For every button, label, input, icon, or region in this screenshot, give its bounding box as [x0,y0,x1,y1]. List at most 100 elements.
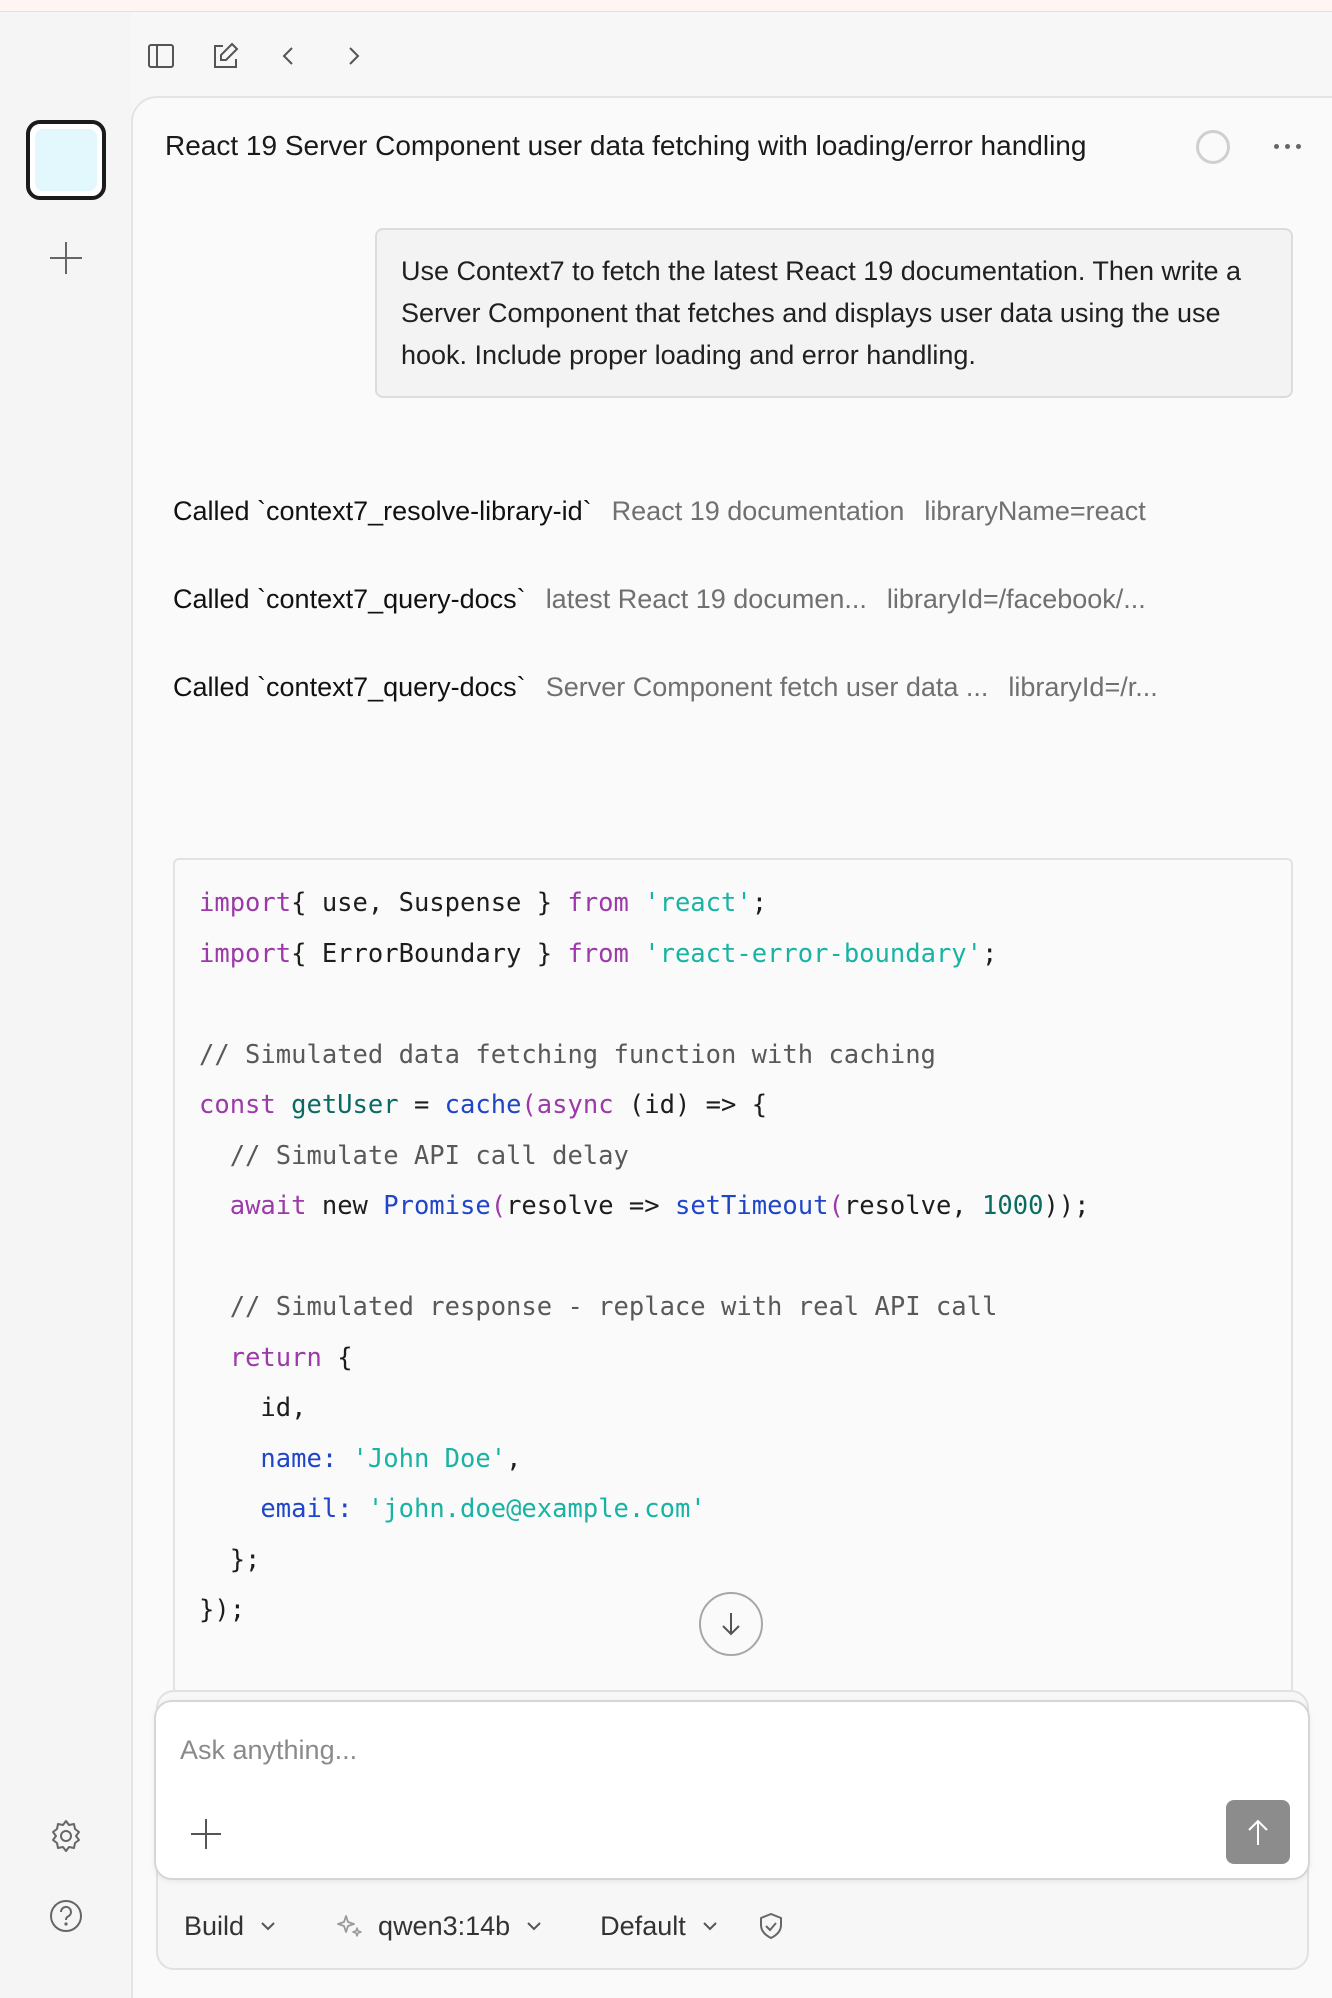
send-button[interactable] [1226,1800,1290,1864]
more-options-button[interactable] [1263,126,1311,166]
add-workspace-button[interactable] [44,236,88,280]
new-session-button[interactable] [204,35,246,77]
scroll-to-bottom-button[interactable] [699,1592,763,1656]
sidebar-toggle-icon [148,44,174,68]
tool-call-arg: libraryId=/r... [1008,672,1158,702]
tool-call-name: Called `context7_query-docs` [173,584,526,614]
code-line: // Simulated data fetching function with… [199,1030,1267,1081]
code-token: }); [199,1595,246,1625]
code-token: = [398,1090,445,1120]
code-line: return { [199,1333,1267,1384]
model-selector[interactable]: qwen3:14b [334,1911,544,1942]
code-token: 'react-error-boundary' [644,938,983,969]
help-icon [50,1900,82,1932]
plus-icon [191,1819,221,1849]
composer-options-bar: Build qwen3:14b Default [184,1904,786,1948]
code-token: // Simulate API call delay [199,1140,629,1171]
code-token: , [506,1443,522,1474]
profile-label: Default [600,1910,686,1941]
permissions-button[interactable] [756,1911,786,1941]
shield-check-icon [759,1913,782,1939]
code-token: import [199,938,292,969]
help-button[interactable] [44,1894,88,1938]
workspace-avatar[interactable] [26,120,106,200]
profile-selector[interactable]: Default [600,1911,720,1942]
window-top-strip [0,0,1332,12]
tool-call-arg: latest React 19 documen... [545,584,867,614]
code-line: // Simulate API call delay [199,1131,1267,1182]
top-toolbar [140,36,374,76]
model-label: qwen3:14b [378,1910,511,1941]
workspace-avatar-fill [35,129,97,191]
tool-call-arg: libraryId=/facebook/... [886,584,1146,614]
chevron-right-icon [349,47,360,65]
chevron-down-icon [258,1916,278,1936]
code-token: (id) => { [613,1090,768,1120]
code-line: email: 'john.doe@example.com' [199,1484,1267,1535]
code-token: // Simulated data fetching function with… [199,1039,936,1070]
code-token: import [199,888,292,918]
code-token: return [229,1342,322,1373]
chevron-down-icon [524,1916,544,1936]
arrow-down-icon [722,1613,740,1636]
plus-icon [50,242,82,274]
user-message: Use Context7 to fetch the latest React 1… [375,228,1293,398]
gear-icon [52,1820,80,1852]
forward-button[interactable] [332,35,374,77]
code-token: name: [260,1443,338,1474]
chevron-left-icon [282,47,293,65]
code-token: // Simulated response - replace with rea… [199,1292,998,1322]
tool-call-item[interactable]: Called `context7_query-docs` Server Comp… [173,672,1158,703]
code-line: id, [199,1383,1267,1434]
code-token: const [199,1090,276,1120]
code-line: import{ use, Suspense } from 'react'; [199,878,1267,929]
more-dot-icon [1284,143,1290,149]
code-line: }; [199,1535,1267,1586]
code-token: cache [444,1090,522,1120]
code-token: resolve => [506,1191,675,1221]
code-token: Promise [383,1191,491,1221]
code-line: await new Promise(resolve => setTimeout(… [199,1181,1267,1232]
back-button[interactable] [268,35,310,77]
code-token: new [306,1191,384,1221]
code-token: 'react' [644,888,752,918]
code-token: 'John Doe' [352,1443,507,1474]
chevron-down-icon [700,1916,720,1936]
code-token: async [536,1090,614,1120]
attach-button[interactable] [184,1812,228,1856]
code-token: from [567,888,629,918]
tool-call-name: Called `context7_resolve-library-id` [173,496,592,526]
composer [154,1700,1310,1880]
compose-icon [214,42,239,68]
code-token: 1000 [982,1191,1044,1221]
session-title: React 19 Server Component user data fetc… [165,130,1087,161]
code-line: name: 'John Doe', [199,1434,1267,1485]
mode-selector[interactable]: Build [184,1911,278,1942]
mode-label: Build [184,1910,245,1941]
settings-button[interactable] [44,1814,88,1858]
tool-call-item[interactable]: Called `context7_query-docs` latest Reac… [173,584,1146,615]
toggle-sidebar-button[interactable] [140,35,182,77]
code-token: email: [260,1494,353,1524]
more-dot-icon [1273,143,1279,149]
tool-call-arg: Server Component fetch user data ... [545,672,989,702]
tool-call-arg: React 19 documentation [611,496,905,526]
tool-call-arg: libraryName=react [924,496,1146,526]
sparkle-icon [337,1915,362,1937]
code-token: await [229,1191,307,1221]
prompt-input[interactable] [180,1730,1180,1770]
tool-call-item[interactable]: Called `context7_resolve-library-id` Rea… [173,496,1146,527]
session-status-indicator [1196,130,1230,164]
code-line: // Simulated response - replace with rea… [199,1282,1267,1333]
code-token: from [567,938,629,969]
tool-call-name: Called `context7_query-docs` [173,672,526,702]
